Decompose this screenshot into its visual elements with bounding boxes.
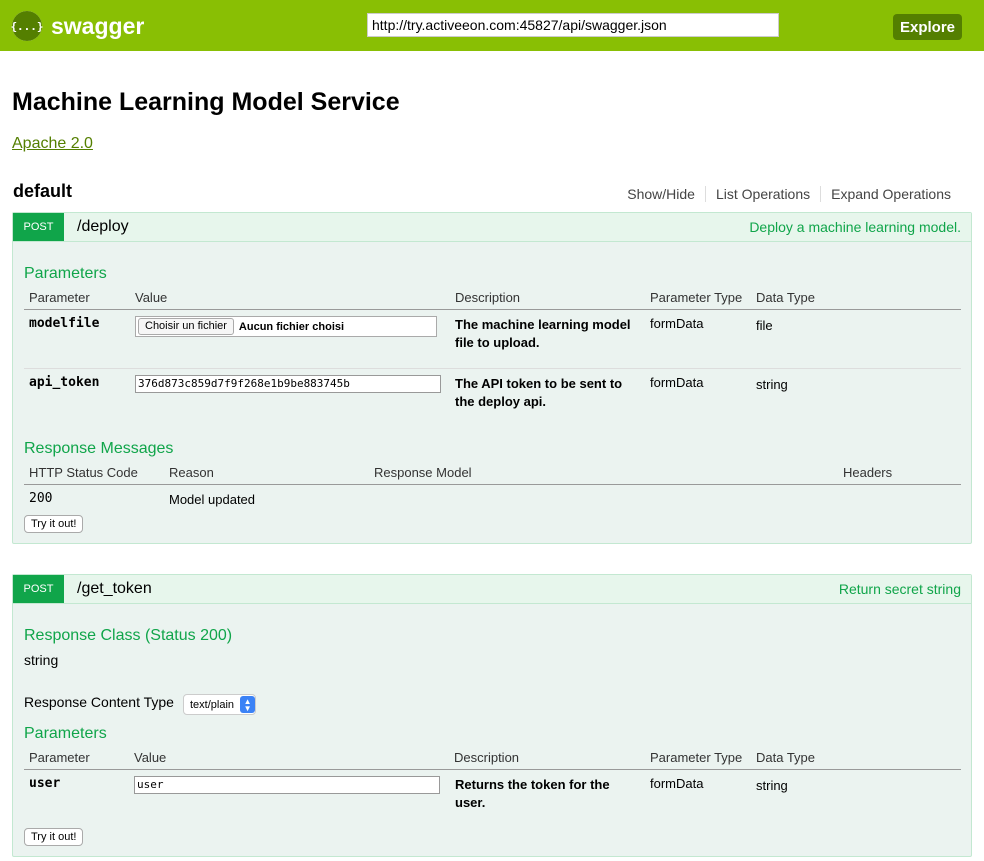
operation-header[interactable]: POST /deploy Deploy a machine learning m… xyxy=(13,213,971,242)
section-name[interactable]: default xyxy=(13,181,72,202)
param-name: api_token xyxy=(29,375,100,390)
param-type: formData xyxy=(650,375,704,390)
operation-path[interactable]: /deploy xyxy=(77,218,129,236)
col-status-code: HTTP Status Code xyxy=(29,465,138,480)
response-reason: Model updated xyxy=(169,492,256,507)
operation-deploy: POST /deploy Deploy a machine learning m… xyxy=(12,212,972,544)
swagger-logo[interactable]: {...} swagger xyxy=(10,10,145,42)
logo-text: swagger xyxy=(51,12,145,39)
col-description: Description xyxy=(455,290,521,305)
spec-url-input[interactable]: http://try.activeeon.com:45827/api/swagg… xyxy=(367,13,779,37)
col-parameter: Parameter xyxy=(29,750,90,765)
col-parameter-type: Parameter Type xyxy=(650,290,743,305)
param-description: Returns the token for the user. xyxy=(455,777,610,810)
data-type: file xyxy=(756,318,773,333)
response-class-heading: Response Class (Status 200) xyxy=(24,627,233,644)
param-type: formData xyxy=(650,776,704,791)
col-value: Value xyxy=(135,290,168,305)
operation-get-token: POST /get_token Return secret string Res… xyxy=(12,574,972,857)
col-headers: Headers xyxy=(843,465,893,480)
content-type-value: text/plain xyxy=(190,698,235,711)
col-description: Description xyxy=(454,750,520,765)
divider xyxy=(24,769,961,770)
param-name: modelfile xyxy=(29,316,100,331)
operation-path[interactable]: /get_token xyxy=(77,580,152,598)
show-hide-link[interactable]: Show/Hide xyxy=(617,186,705,202)
file-status-text: Aucun fichier choisi xyxy=(238,320,345,333)
file-input[interactable]: Choisir un fichier Aucun fichier choisi xyxy=(135,316,437,337)
http-method-badge[interactable]: POST xyxy=(13,213,64,241)
content-type-select[interactable]: text/plain ▲ ▼ xyxy=(183,694,257,715)
expand-operations-link[interactable]: Expand Operations xyxy=(820,186,961,202)
top-bar: {...} swagger http://try.activeeon.com:4… xyxy=(0,0,984,51)
operation-summary[interactable]: Deploy a machine learning model. xyxy=(749,219,961,235)
col-parameter-type: Parameter Type xyxy=(650,750,743,765)
parameters-heading: Parameters xyxy=(24,725,107,742)
api-token-input[interactable]: 376d873c859d7f9f268e1b9be883745b xyxy=(135,375,441,393)
col-value: Value xyxy=(134,750,167,765)
col-parameter: Parameter xyxy=(29,290,90,305)
operation-header[interactable]: POST /get_token Return secret string xyxy=(13,575,971,604)
content-type-label: Response Content Type xyxy=(24,694,174,710)
param-type: formData xyxy=(650,316,704,331)
parameters-heading: Parameters xyxy=(24,265,107,282)
license-link[interactable]: Apache 2.0 xyxy=(12,135,93,153)
divider xyxy=(24,484,961,485)
user-input[interactable]: user xyxy=(134,776,440,794)
select-arrows-icon: ▲ ▼ xyxy=(240,696,256,713)
param-description: The API token to be sent to the deploy a… xyxy=(455,376,623,409)
section-links: Show/Hide List Operations Expand Operati… xyxy=(617,186,961,202)
operation-summary[interactable]: Return secret string xyxy=(839,581,961,597)
col-data-type: Data Type xyxy=(756,750,816,765)
http-method-badge[interactable]: POST xyxy=(13,575,64,603)
data-type: string xyxy=(756,778,788,793)
response-messages-heading: Response Messages xyxy=(24,440,174,457)
col-response-model: Response Model xyxy=(374,465,472,480)
choose-file-button[interactable]: Choisir un fichier xyxy=(138,318,234,335)
param-name: user xyxy=(29,776,61,791)
param-description: The machine learning model file to uploa… xyxy=(455,317,631,350)
col-reason: Reason xyxy=(169,465,214,480)
data-type: string xyxy=(756,377,788,392)
col-data-type: Data Type xyxy=(756,290,816,305)
row-divider xyxy=(24,368,961,369)
divider xyxy=(24,309,961,310)
response-class-value: string xyxy=(24,652,59,668)
explore-button[interactable]: Explore xyxy=(893,14,962,40)
status-code: 200 xyxy=(29,491,53,506)
try-it-out-button[interactable]: Try it out! xyxy=(24,515,84,533)
list-operations-link[interactable]: List Operations xyxy=(704,186,820,202)
try-it-out-button[interactable]: Try it out! xyxy=(24,828,84,846)
swagger-logo-icon: {...} xyxy=(10,11,44,41)
page-title: Machine Learning Model Service xyxy=(12,88,400,116)
